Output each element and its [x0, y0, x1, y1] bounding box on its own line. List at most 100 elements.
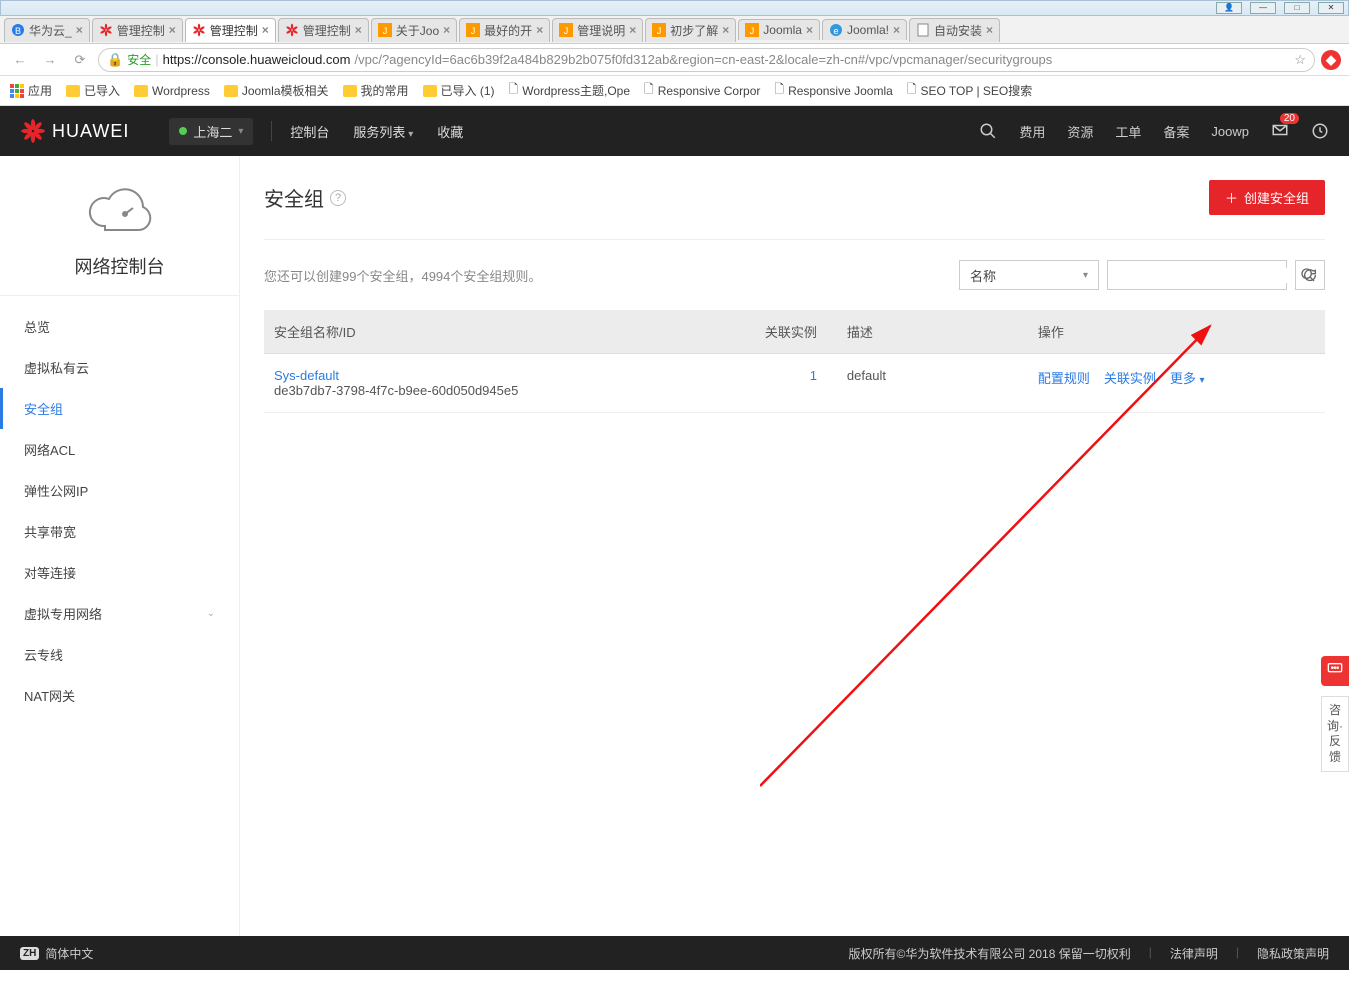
region-selector[interactable]: 上海二 ▾: [169, 118, 253, 145]
bookmark-item[interactable]: 🗋Responsive Joomla: [774, 80, 892, 101]
bookmark-item[interactable]: Joomla模板相关: [224, 80, 329, 101]
page-icon: 🗋: [509, 80, 519, 101]
plus-icon: ＋: [1225, 188, 1238, 207]
browser-tab[interactable]: JJoomla×: [738, 19, 820, 40]
svg-text:J: J: [750, 26, 755, 36]
main-content: 安全组 ? ＋ 创建安全组 您还可以创建99个安全组，4994个安全组规则。 名…: [240, 156, 1349, 936]
help-icon[interactable]: ?: [330, 190, 346, 206]
op-link[interactable]: 配置规则: [1038, 371, 1090, 386]
nav-billing[interactable]: 费用: [1019, 122, 1045, 141]
sidebar-item[interactable]: 对等连接: [0, 552, 239, 593]
nav-favorites[interactable]: 收藏: [437, 122, 463, 141]
bookmark-item[interactable]: 我的常用: [343, 80, 409, 101]
instance-count-link[interactable]: 1: [810, 368, 817, 383]
apps-button[interactable]: 应用: [10, 82, 52, 99]
browser-tabs: B华为云_×管理控制×管理控制×管理控制×J关于Joo×J最好的开×J管理说明×…: [0, 16, 1349, 44]
search-input[interactable]: [1108, 268, 1300, 283]
footer: ZH 简体中文 版权所有©华为软件技术有限公司 2018 保留一切权利 | 法律…: [0, 936, 1349, 970]
bookmark-item[interactable]: 🗋Responsive Corpor: [644, 80, 760, 101]
sidebar-item[interactable]: 安全组: [0, 388, 239, 429]
browser-tab[interactable]: eJoomla!×: [822, 19, 907, 40]
tab-close-icon[interactable]: ×: [443, 23, 450, 37]
sidebar-item[interactable]: 共享带宽: [0, 511, 239, 552]
sg-desc: default: [837, 354, 1028, 413]
bookmark-star-icon[interactable]: ☆: [1294, 52, 1306, 68]
browser-tab[interactable]: J关于Joo×: [371, 18, 457, 42]
tab-close-icon[interactable]: ×: [355, 23, 362, 37]
create-security-group-button[interactable]: ＋ 创建安全组: [1209, 180, 1325, 215]
nav-tickets[interactable]: 工单: [1115, 122, 1141, 141]
chat-icon: [1327, 662, 1343, 676]
browser-tab[interactable]: J初步了解×: [645, 18, 736, 42]
sidebar-item[interactable]: 网络ACL: [0, 429, 239, 470]
reload-button[interactable]: ⟳: [68, 48, 92, 72]
feedback-label[interactable]: 咨询·反馈: [1321, 696, 1349, 772]
bookmark-item[interactable]: 已导入 (1): [423, 80, 495, 101]
sidebar-item[interactable]: 云专线: [0, 634, 239, 675]
sidebar-item[interactable]: NAT网关: [0, 675, 239, 716]
tab-close-icon[interactable]: ×: [722, 23, 729, 37]
bookmark-item[interactable]: 已导入: [66, 80, 120, 101]
max-button[interactable]: □: [1284, 2, 1310, 14]
forward-button[interactable]: →: [38, 48, 62, 72]
browser-tab[interactable]: 管理控制×: [278, 18, 369, 42]
search-icon[interactable]: [979, 122, 997, 140]
browser-tab[interactable]: J管理说明×: [552, 18, 643, 42]
nav-icp[interactable]: 备案: [1163, 122, 1189, 141]
bookmark-bar: 应用 已导入 Wordpress Joomla模板相关我的常用已导入 (1) 🗋Wor…: [0, 76, 1349, 106]
tab-close-icon[interactable]: ×: [536, 23, 543, 37]
svg-text:J: J: [383, 26, 388, 36]
tab-close-icon[interactable]: ×: [169, 23, 176, 37]
sidebar-header: 网络控制台: [0, 156, 239, 296]
sidebar-item[interactable]: 总览: [0, 306, 239, 347]
bookmark-item[interactable]: 🗋SEO TOP | SEO搜索: [907, 80, 1032, 101]
filter-field-select[interactable]: 名称 ▾: [959, 260, 1099, 290]
page-title: 安全组: [264, 183, 324, 212]
nav-console[interactable]: 控制台: [290, 122, 329, 141]
back-button[interactable]: ←: [8, 48, 32, 72]
chevron-down-icon: ▾: [238, 126, 243, 137]
tab-close-icon[interactable]: ×: [893, 23, 900, 37]
feedback-tab[interactable]: [1321, 656, 1349, 686]
messages-button[interactable]: 20: [1271, 121, 1289, 142]
close-button[interactable]: ✕: [1318, 2, 1344, 14]
extension-icon[interactable]: ◆: [1321, 50, 1341, 70]
nav-resources[interactable]: 资源: [1067, 122, 1093, 141]
tab-close-icon[interactable]: ×: [76, 23, 83, 37]
op-link[interactable]: 更多 ▾: [1170, 371, 1205, 386]
privacy-link[interactable]: 隐私政策声明: [1257, 945, 1329, 962]
bookmark-item[interactable]: Wordpress: [134, 80, 210, 101]
huawei-header: HUAWEI 上海二 ▾ 控制台 服务列表 收藏 费用 资源 工单 备案 Joo…: [0, 106, 1349, 156]
favicon: [99, 23, 113, 37]
sidebar-item[interactable]: 虚拟专用网络⌄: [0, 593, 239, 634]
browser-tab[interactable]: B华为云_×: [4, 18, 90, 42]
clock-icon[interactable]: [1311, 122, 1329, 140]
legal-link[interactable]: 法律声明: [1170, 945, 1218, 962]
url-path: /vpc/?agencyId=6ac6b39f2a484b829b2b075f0…: [354, 52, 1052, 67]
browser-tab[interactable]: 自动安装×: [909, 18, 1000, 42]
tab-close-icon[interactable]: ×: [986, 23, 993, 37]
refresh-button[interactable]: [1295, 260, 1325, 290]
language-selector[interactable]: ZH 简体中文: [20, 945, 93, 962]
min-button[interactable]: —: [1250, 2, 1276, 14]
folder-icon: [423, 85, 437, 97]
tab-close-icon[interactable]: ×: [262, 23, 269, 37]
sg-name-link[interactable]: Sys-default: [274, 368, 339, 383]
user-icon[interactable]: 👤: [1216, 2, 1242, 14]
huawei-logo[interactable]: HUAWEI: [20, 118, 129, 144]
nav-user[interactable]: Joowp: [1211, 124, 1249, 139]
chevron-down-icon: ▾: [1083, 270, 1088, 281]
tab-close-icon[interactable]: ×: [806, 23, 813, 37]
browser-tab[interactable]: 管理控制×: [92, 18, 183, 42]
browser-tab[interactable]: 管理控制×: [185, 18, 276, 42]
sidebar-item[interactable]: 虚拟私有云: [0, 347, 239, 388]
tab-close-icon[interactable]: ×: [629, 23, 636, 37]
op-link[interactable]: 关联实例: [1104, 371, 1156, 386]
bookmark-item[interactable]: 🗋Wordpress主题,Ope: [509, 80, 630, 101]
sidebar-item[interactable]: 弹性公网IP: [0, 470, 239, 511]
browser-tab[interactable]: J最好的开×: [459, 18, 550, 42]
svg-text:J: J: [471, 26, 476, 36]
nav-services[interactable]: 服务列表: [353, 122, 413, 141]
page-icon: 🗋: [774, 80, 784, 101]
address-bar[interactable]: 🔒 安全 | https://console.huaweicloud.com/v…: [98, 48, 1315, 72]
